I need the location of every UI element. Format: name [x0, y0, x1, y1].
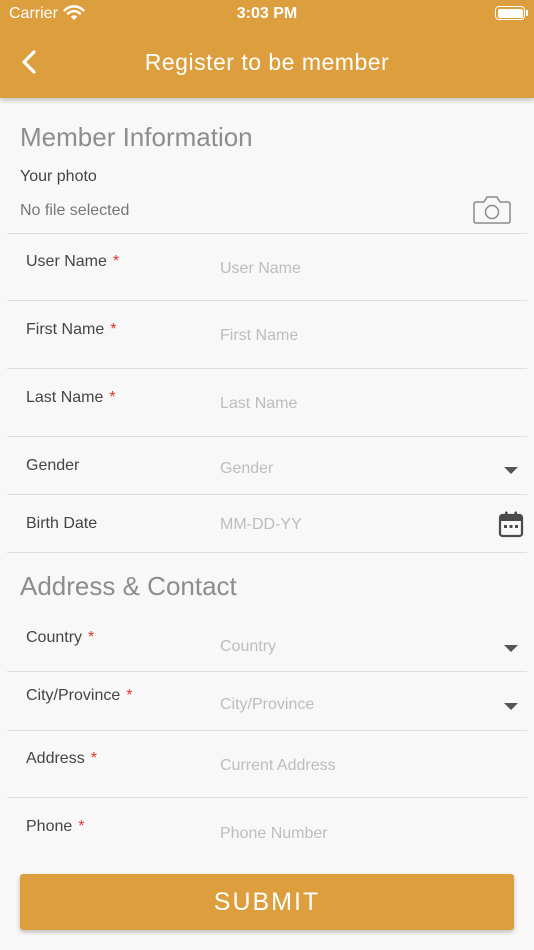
camera-button[interactable]	[472, 194, 512, 226]
city-label: City/Province *	[26, 687, 132, 705]
address-label: Address *	[26, 750, 97, 768]
username-label-text: User Name	[26, 253, 107, 270]
firstname-label-text: First Name	[26, 321, 105, 338]
divider	[7, 797, 527, 798]
clock: 3:03 PM	[236, 5, 298, 22]
app-header: Carrier 3:03 PM Register to be member	[0, 0, 534, 98]
country-select[interactable]	[220, 634, 490, 660]
firstname-label: First Name *	[26, 321, 116, 339]
chevron-down-icon[interactable]	[504, 645, 518, 652]
required-mark: *	[78, 818, 85, 835]
required-mark: *	[90, 750, 97, 767]
lastname-label: Last Name *	[26, 389, 116, 407]
divider	[7, 233, 527, 234]
divider	[7, 552, 527, 553]
chevron-down-icon[interactable]	[504, 703, 518, 710]
lastname-label-text: Last Name	[26, 389, 104, 406]
chevron-down-icon[interactable]	[504, 467, 518, 474]
city-select[interactable]	[220, 692, 490, 718]
required-mark: *	[126, 687, 133, 704]
phone-input[interactable]	[220, 821, 490, 847]
birthdate-input[interactable]	[220, 512, 490, 538]
status-bar: Carrier 3:03 PM	[0, 0, 534, 28]
section-title-address: Address & Contact	[20, 571, 237, 601]
divider	[7, 368, 527, 369]
required-mark: *	[110, 321, 117, 338]
address-label-text: Address	[26, 750, 85, 767]
gender-label-text: Gender	[26, 457, 80, 474]
battery-tip	[526, 10, 528, 16]
divider	[7, 730, 527, 731]
firstname-input[interactable]	[220, 323, 490, 349]
divider	[7, 436, 527, 437]
photo-status: No file selected	[20, 202, 130, 219]
country-label-text: Country	[26, 629, 83, 646]
divider	[7, 494, 527, 495]
phone-label-text: Phone	[26, 818, 73, 835]
divider	[7, 300, 527, 301]
battery-icon	[495, 6, 525, 20]
page-title: Register to be member	[144, 49, 390, 75]
gender-select[interactable]	[220, 456, 490, 482]
lastname-input[interactable]	[220, 391, 490, 417]
country-label: Country *	[26, 629, 94, 647]
required-mark: *	[88, 629, 95, 646]
camera-icon	[473, 196, 511, 224]
birthdate-label: Birth Date	[26, 515, 97, 533]
username-label: User Name *	[26, 253, 119, 271]
birthdate-label-text: Birth Date	[26, 515, 98, 532]
submit-button[interactable]: SUBMIT	[20, 874, 514, 930]
username-input[interactable]	[220, 256, 490, 282]
photo-label: Your photo	[20, 168, 97, 185]
calendar-button[interactable]	[498, 510, 524, 538]
phone-label: Phone *	[26, 818, 85, 836]
required-mark: *	[109, 389, 116, 406]
calendar-icon	[498, 511, 524, 538]
city-label-text: City/Province	[26, 687, 121, 704]
divider	[7, 671, 527, 672]
section-title-member: Member Information	[20, 122, 253, 152]
address-input[interactable]	[220, 753, 490, 779]
required-mark: *	[112, 253, 120, 270]
gender-label: Gender	[26, 457, 79, 475]
